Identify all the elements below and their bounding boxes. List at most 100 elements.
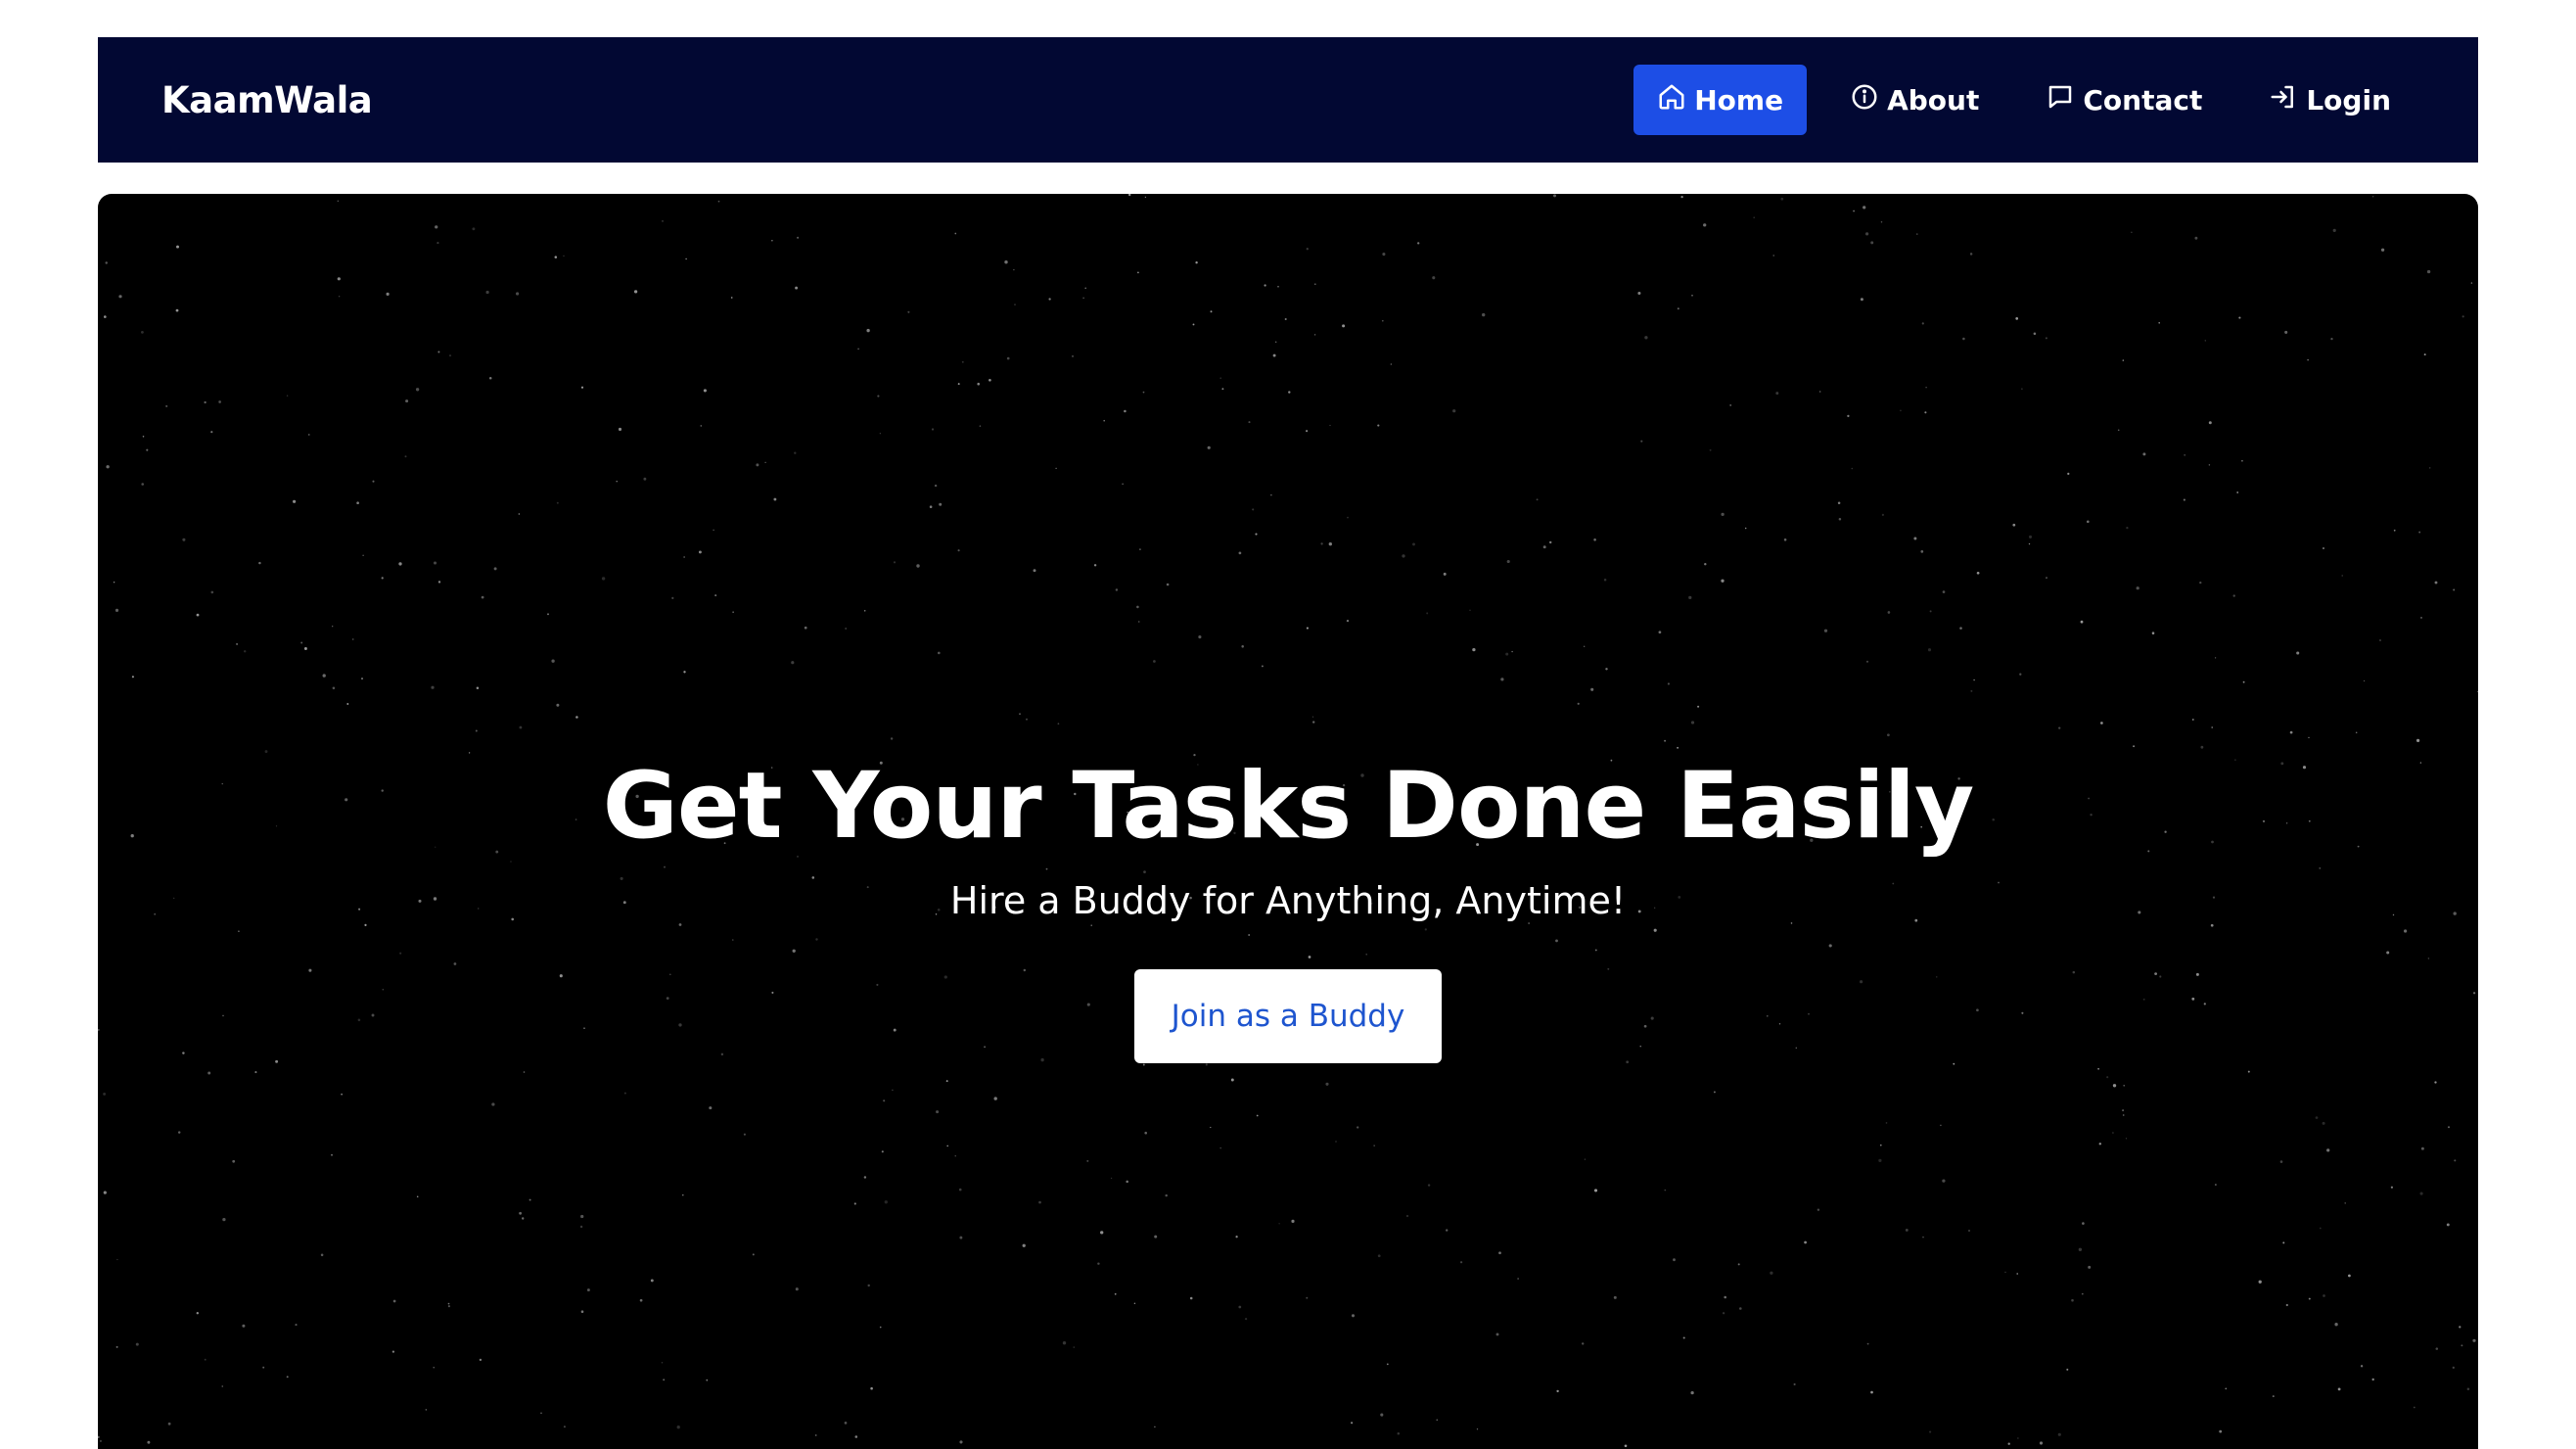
star bbox=[519, 1211, 522, 1215]
nav-login-label: Login bbox=[2306, 83, 2391, 117]
star bbox=[488, 376, 492, 380]
star bbox=[254, 1071, 257, 1074]
star bbox=[2019, 673, 2022, 676]
star bbox=[2242, 680, 2245, 683]
star bbox=[515, 292, 520, 296]
star bbox=[1729, 403, 1732, 406]
star bbox=[2125, 1138, 2128, 1140]
star bbox=[332, 626, 334, 628]
star bbox=[1006, 356, 1010, 360]
star bbox=[1605, 668, 1608, 671]
star bbox=[1584, 645, 1586, 647]
nav-contact-link[interactable]: Contact bbox=[2022, 65, 2226, 135]
star bbox=[258, 561, 261, 565]
star bbox=[2452, 1366, 2455, 1370]
nav-about-link[interactable]: About bbox=[1826, 65, 2002, 135]
star bbox=[946, 1145, 948, 1147]
join-as-buddy-button[interactable]: Join as a Buddy bbox=[1134, 968, 1442, 1063]
star bbox=[522, 1217, 525, 1220]
star bbox=[2078, 1247, 2083, 1251]
star bbox=[1498, 1251, 1501, 1255]
star bbox=[308, 434, 310, 436]
home-icon bbox=[1657, 82, 1686, 118]
star bbox=[146, 448, 149, 451]
star bbox=[1004, 260, 1008, 264]
star bbox=[519, 725, 523, 729]
star bbox=[643, 477, 647, 481]
star bbox=[844, 1422, 848, 1425]
star bbox=[551, 659, 555, 663]
star bbox=[957, 549, 960, 552]
star bbox=[1270, 494, 1272, 496]
star bbox=[579, 1225, 583, 1229]
star bbox=[2319, 1227, 2322, 1230]
star bbox=[1819, 391, 1821, 393]
star bbox=[346, 703, 349, 705]
star bbox=[2184, 453, 2186, 456]
star bbox=[2012, 523, 2016, 527]
star bbox=[2341, 575, 2343, 577]
star bbox=[2021, 388, 2023, 391]
star bbox=[2279, 1160, 2283, 1163]
star bbox=[472, 227, 476, 231]
star bbox=[2323, 547, 2324, 549]
star bbox=[2454, 1159, 2457, 1162]
star bbox=[1205, 1063, 1208, 1066]
star bbox=[362, 554, 364, 556]
star bbox=[1929, 610, 1932, 613]
star bbox=[601, 577, 606, 581]
star bbox=[398, 562, 402, 566]
star bbox=[523, 1071, 526, 1073]
star bbox=[1577, 702, 1580, 705]
star bbox=[1658, 631, 1662, 634]
star bbox=[1690, 721, 1695, 724]
star bbox=[884, 1200, 888, 1204]
star bbox=[2426, 269, 2431, 274]
star bbox=[1377, 1254, 1381, 1258]
star bbox=[1772, 255, 1774, 257]
star bbox=[2238, 316, 2241, 319]
star bbox=[1142, 1063, 1145, 1066]
star bbox=[356, 501, 359, 505]
star bbox=[2435, 1347, 2439, 1350]
star bbox=[1313, 334, 1316, 336]
nav-login-link[interactable]: Login bbox=[2245, 65, 2415, 135]
hero-title: Get Your Tasks Done Easily bbox=[602, 753, 1974, 860]
star bbox=[1325, 1082, 1329, 1086]
star bbox=[1312, 721, 1315, 724]
star bbox=[1505, 652, 1509, 656]
star bbox=[1351, 1422, 1354, 1425]
star bbox=[958, 1188, 962, 1192]
star bbox=[623, 1092, 626, 1095]
star bbox=[1238, 551, 1242, 555]
star bbox=[448, 354, 452, 357]
star bbox=[2007, 1442, 2010, 1445]
star bbox=[893, 561, 897, 564]
brand-logo-text[interactable]: KaamWala bbox=[161, 79, 373, 121]
star bbox=[2151, 631, 2155, 634]
star bbox=[243, 650, 247, 653]
star bbox=[1342, 324, 1346, 328]
star bbox=[1165, 1193, 1168, 1197]
star bbox=[1690, 1390, 1694, 1395]
star bbox=[773, 497, 777, 501]
star bbox=[1724, 1295, 1726, 1299]
star bbox=[700, 425, 703, 427]
star bbox=[103, 1092, 107, 1096]
star bbox=[2326, 1148, 2330, 1152]
star bbox=[2308, 736, 2310, 739]
star bbox=[1412, 542, 1415, 546]
star bbox=[2098, 1143, 2102, 1145]
star bbox=[2413, 1406, 2415, 1409]
star bbox=[204, 1358, 207, 1361]
star bbox=[1973, 678, 1975, 681]
star bbox=[2088, 1265, 2092, 1269]
star bbox=[1033, 569, 1036, 573]
star bbox=[794, 451, 797, 454]
star bbox=[1703, 223, 1707, 227]
nav-home-link[interactable]: Home bbox=[1633, 65, 1808, 135]
star bbox=[113, 582, 115, 584]
star bbox=[242, 1324, 246, 1328]
star bbox=[437, 351, 440, 353]
star bbox=[977, 382, 980, 386]
